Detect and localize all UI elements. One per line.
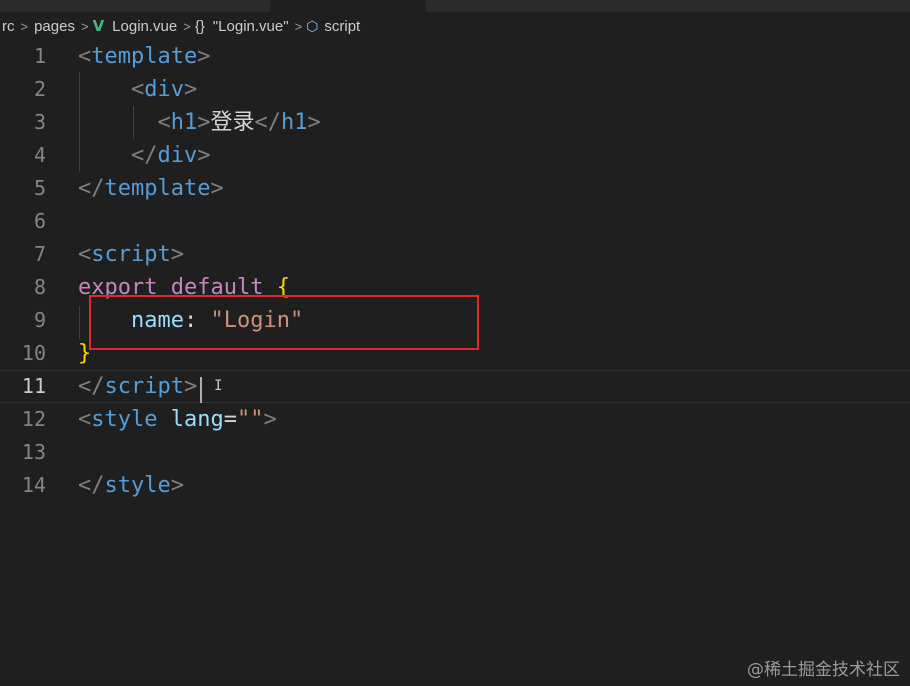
code-token: lang [170,407,224,432]
line-number: 10 [21,341,46,365]
breadcrumb-item-pages[interactable]: pages [32,18,77,35]
breadcrumb-item-component[interactable]: "Login.vue" [211,18,291,35]
code-token: > [170,473,184,498]
line-number: 7 [33,242,46,266]
code-line[interactable]: 2 <div> [0,73,910,106]
line-code: </template> [78,172,224,205]
line-number: 14 [21,473,46,497]
code-token: </ [78,374,105,399]
line-code: </style> [78,469,184,502]
tab-strip [0,0,910,12]
line-number: 1 [33,44,46,68]
code-token: 登录 [210,110,255,135]
code-line[interactable]: 7 <script> [0,238,910,271]
line-code: <style lang=""> [78,403,277,436]
line-number: 9 [33,308,46,332]
code-line[interactable]: 4 </div> [0,139,910,172]
code-token: < [78,77,145,102]
breadcrumb-item-file[interactable]: Login.vue [110,18,179,35]
line-number: 13 [21,440,46,464]
code-token: < [78,242,92,267]
line-code: <template> [78,40,210,73]
code-token: div [157,143,198,168]
code-token: < [78,110,171,135]
line-number: 6 [33,209,46,233]
vue-file-icon: V [92,17,105,35]
line-number: 2 [33,77,46,101]
code-token: = [223,407,237,432]
line-number: 8 [33,275,46,299]
breadcrumb-item-script[interactable]: script [322,18,362,35]
code-token: style [104,473,171,498]
code-token: < [78,44,92,69]
code-token: template [91,44,198,69]
breadcrumb: rc > pages > V Login.vue > {} "Login.vue… [0,12,910,40]
code-line[interactable]: 11 </script> [0,370,910,403]
code-token: script [91,242,171,267]
code-token: "" [236,407,264,432]
code-token: > [183,77,198,102]
line-number: 3 [33,110,46,134]
code-token: h1 [280,110,308,135]
line-code: <script> [78,238,184,271]
code-token: </ [78,176,105,201]
code-line[interactable]: 12 <style lang=""> [0,403,910,436]
code-token: > [210,176,224,201]
breadcrumb-item-src[interactable]: rc [0,18,17,35]
code-token: template [104,176,211,201]
line-number: 5 [33,176,46,200]
watermark: @稀土掘金技术社区 [747,660,900,680]
code-token: > [197,143,211,168]
line-number: 11 [21,374,46,398]
tab-active[interactable] [270,0,426,12]
code-editor[interactable]: 1 <template> 2 <div> 3 <h1>登录</h1> 4 </div> 5… [0,40,910,686]
chevron-right-icon: > [80,18,89,34]
braces-icon: {} [194,17,205,35]
code-token: h1 [170,110,198,135]
ibeam-cursor-icon: I [214,378,223,394]
code-token: </ [78,473,105,498]
code-token: < [78,407,92,432]
code-token: > [307,110,321,135]
code-line[interactable]: 14 </style> [0,469,910,502]
line-code: <h1>登录</h1> [78,106,321,139]
highlight-box [89,295,479,350]
code-line[interactable]: 1 <template> [0,40,910,73]
line-code: </script> [78,371,197,402]
code-token: > [170,242,184,267]
code-token: </ [254,110,281,135]
chevron-right-icon: > [294,18,303,34]
code-token: > [197,110,211,135]
code-line[interactable]: 6 [0,205,910,238]
code-token: script [104,374,184,399]
text-cursor [200,377,202,403]
code-line[interactable]: 3 <h1>登录</h1> [0,106,910,139]
code-token: > [183,374,198,399]
line-code: </div> [78,139,211,172]
line-code: <div> [78,73,197,106]
code-token: </ [78,143,158,168]
cube-icon: ⬡ [306,17,319,34]
chevron-right-icon: > [20,18,29,34]
line-number: 12 [21,407,46,431]
line-number: 4 [33,143,46,167]
code-token: > [263,407,277,432]
code-token: > [197,44,211,69]
code-token: div [144,77,184,102]
chevron-right-icon: > [183,18,191,34]
code-line[interactable]: 5 </template> [0,172,910,205]
code-line[interactable]: 13 [0,436,910,469]
code-token: style [91,407,158,432]
